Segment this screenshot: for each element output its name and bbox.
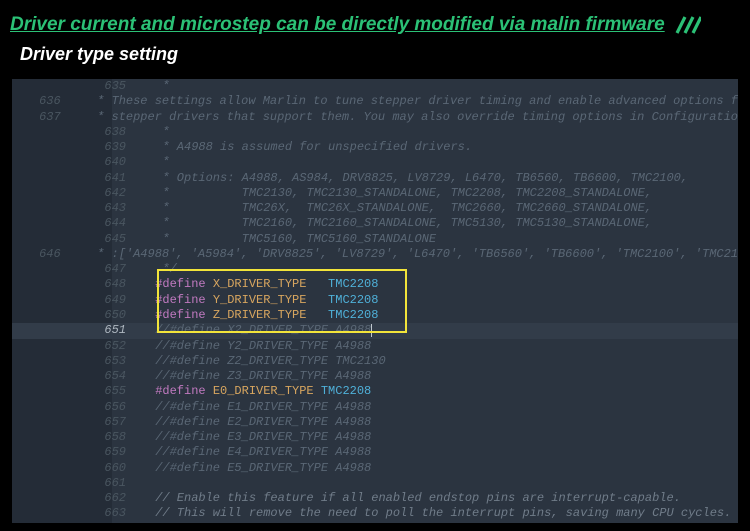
code-line[interactable]: 654 //#define Z3_DRIVER_TYPE A4988 [12, 369, 738, 384]
code-content: //#define X2_DRIVER_TYPE A4988 [142, 323, 372, 338]
code-line[interactable]: 650 #define Z_DRIVER_TYPE TMC2208 [12, 308, 738, 323]
code-content: * Options: A4988, AS984, DRV8825, LV8729… [142, 171, 688, 186]
code-content: #define Z_DRIVER_TYPE TMC2208 [142, 308, 378, 323]
line-number: 640 [12, 155, 142, 170]
code-line[interactable]: 637 * stepper drivers that support them.… [12, 110, 738, 125]
code-line[interactable]: 656 //#define E1_DRIVER_TYPE A4988 [12, 400, 738, 415]
code-line[interactable]: 647 */ [12, 262, 738, 277]
code-line[interactable]: 644 * TMC2160, TMC2160_STANDALONE, TMC51… [12, 216, 738, 231]
code-content: //#define E2_DRIVER_TYPE A4988 [142, 415, 371, 430]
line-number: 662 [12, 491, 142, 506]
code-content: * TMC2160, TMC2160_STANDALONE, TMC5130, … [142, 216, 652, 231]
code-content: //#define Y2_DRIVER_TYPE A4988 [142, 339, 371, 354]
code-content: * A4988 is assumed for unspecified drive… [142, 140, 472, 155]
line-number: 652 [12, 339, 142, 354]
line-number: 654 [12, 369, 142, 384]
slash-icon [673, 15, 701, 35]
code-line[interactable]: 643 * TMC26X, TMC26X_STANDALONE, TMC2660… [12, 201, 738, 216]
line-number: 641 [12, 171, 142, 186]
code-line[interactable]: 649 #define Y_DRIVER_TYPE TMC2208 [12, 293, 738, 308]
code-line[interactable]: 635 * [12, 79, 738, 94]
code-content: * These settings allow Marlin to tune st… [77, 94, 738, 109]
line-number: 650 [12, 308, 142, 323]
line-number: 638 [12, 125, 142, 140]
page-header: Driver current and microstep can be dire… [0, 0, 750, 42]
code-line[interactable]: 658 //#define E3_DRIVER_TYPE A4988 [12, 430, 738, 445]
code-content: //#define E4_DRIVER_TYPE A4988 [142, 445, 371, 460]
code-line[interactable]: 652 //#define Y2_DRIVER_TYPE A4988 [12, 339, 738, 354]
header-title-link[interactable]: Driver current and microstep can be dire… [10, 14, 665, 36]
code-line[interactable]: 636 * These settings allow Marlin to tun… [12, 94, 738, 109]
code-line[interactable]: 655 #define E0_DRIVER_TYPE TMC2208 [12, 384, 738, 399]
code-line[interactable]: 639 * A4988 is assumed for unspecified d… [12, 140, 738, 155]
code-line[interactable]: 661 [12, 476, 738, 491]
code-line[interactable]: 659 //#define E4_DRIVER_TYPE A4988 [12, 445, 738, 460]
code-line[interactable]: 638 * [12, 125, 738, 140]
line-number: 660 [12, 461, 142, 476]
line-number: 646 [12, 247, 77, 262]
code-content: //#define E3_DRIVER_TYPE A4988 [142, 430, 371, 445]
code-content [142, 476, 148, 491]
line-number: 656 [12, 400, 142, 415]
line-number: 648 [12, 277, 142, 292]
code-content: */ [142, 262, 177, 277]
code-content: * stepper drivers that support them. You… [77, 110, 738, 125]
code-line[interactable]: 653 //#define Z2_DRIVER_TYPE TMC2130 [12, 354, 738, 369]
code-editor[interactable]: 635 *636 * These settings allow Marlin t… [12, 79, 738, 523]
code-line[interactable]: 648 #define X_DRIVER_TYPE TMC2208 [12, 277, 738, 292]
line-number: 659 [12, 445, 142, 460]
code-content: // This will remove the need to poll the… [142, 506, 731, 521]
line-number: 643 [12, 201, 142, 216]
section-subtitle: Driver type setting [0, 42, 750, 75]
line-number: 653 [12, 354, 142, 369]
line-number: 642 [12, 186, 142, 201]
code-content: * TMC5160, TMC5160_STANDALONE [142, 232, 436, 247]
code-content: * TMC2130, TMC2130_STANDALONE, TMC2208, … [142, 186, 652, 201]
line-number: 639 [12, 140, 142, 155]
code-content: #define X_DRIVER_TYPE TMC2208 [142, 277, 378, 292]
code-content: #define E0_DRIVER_TYPE TMC2208 [142, 384, 371, 399]
code-content: //#define E1_DRIVER_TYPE A4988 [142, 400, 371, 415]
code-line[interactable]: 646 * :['A4988', 'A5984', 'DRV8825', 'LV… [12, 247, 738, 262]
line-number: 657 [12, 415, 142, 430]
line-number: 655 [12, 384, 142, 399]
code-content: //#define Z2_DRIVER_TYPE TMC2130 [142, 354, 386, 369]
code-line[interactable]: 641 * Options: A4988, AS984, DRV8825, LV… [12, 171, 738, 186]
line-number: 649 [12, 293, 142, 308]
line-number: 636 [12, 94, 77, 109]
code-content: // Enable this feature if all enabled en… [142, 491, 681, 506]
code-content: * [142, 155, 170, 170]
code-content: * [142, 79, 170, 94]
line-number: 647 [12, 262, 142, 277]
code-content: * [142, 125, 170, 140]
code-lines-container: 635 *636 * These settings allow Marlin t… [12, 79, 738, 522]
line-number: 651 [12, 323, 142, 338]
code-line[interactable]: 645 * TMC5160, TMC5160_STANDALONE [12, 232, 738, 247]
line-number: 637 [12, 110, 77, 125]
line-number: 661 [12, 476, 142, 491]
line-number: 645 [12, 232, 142, 247]
code-content: * TMC26X, TMC26X_STANDALONE, TMC2660, TM… [142, 201, 652, 216]
code-line[interactable]: 657 //#define E2_DRIVER_TYPE A4988 [12, 415, 738, 430]
code-line[interactable]: 651 //#define X2_DRIVER_TYPE A4988 [12, 323, 738, 338]
code-content: * :['A4988', 'A5984', 'DRV8825', 'LV8729… [77, 247, 738, 262]
line-number: 658 [12, 430, 142, 445]
line-number: 635 [12, 79, 142, 94]
code-content: //#define Z3_DRIVER_TYPE A4988 [142, 369, 371, 384]
line-number: 644 [12, 216, 142, 231]
code-content: //#define E5_DRIVER_TYPE A4988 [142, 461, 371, 476]
code-line[interactable]: 663 // This will remove the need to poll… [12, 506, 738, 521]
code-line[interactable]: 660 //#define E5_DRIVER_TYPE A4988 [12, 461, 738, 476]
code-content: #define Y_DRIVER_TYPE TMC2208 [142, 293, 378, 308]
code-line[interactable]: 662 // Enable this feature if all enable… [12, 491, 738, 506]
code-line[interactable]: 640 * [12, 155, 738, 170]
code-line[interactable]: 642 * TMC2130, TMC2130_STANDALONE, TMC22… [12, 186, 738, 201]
line-number: 663 [12, 506, 142, 521]
